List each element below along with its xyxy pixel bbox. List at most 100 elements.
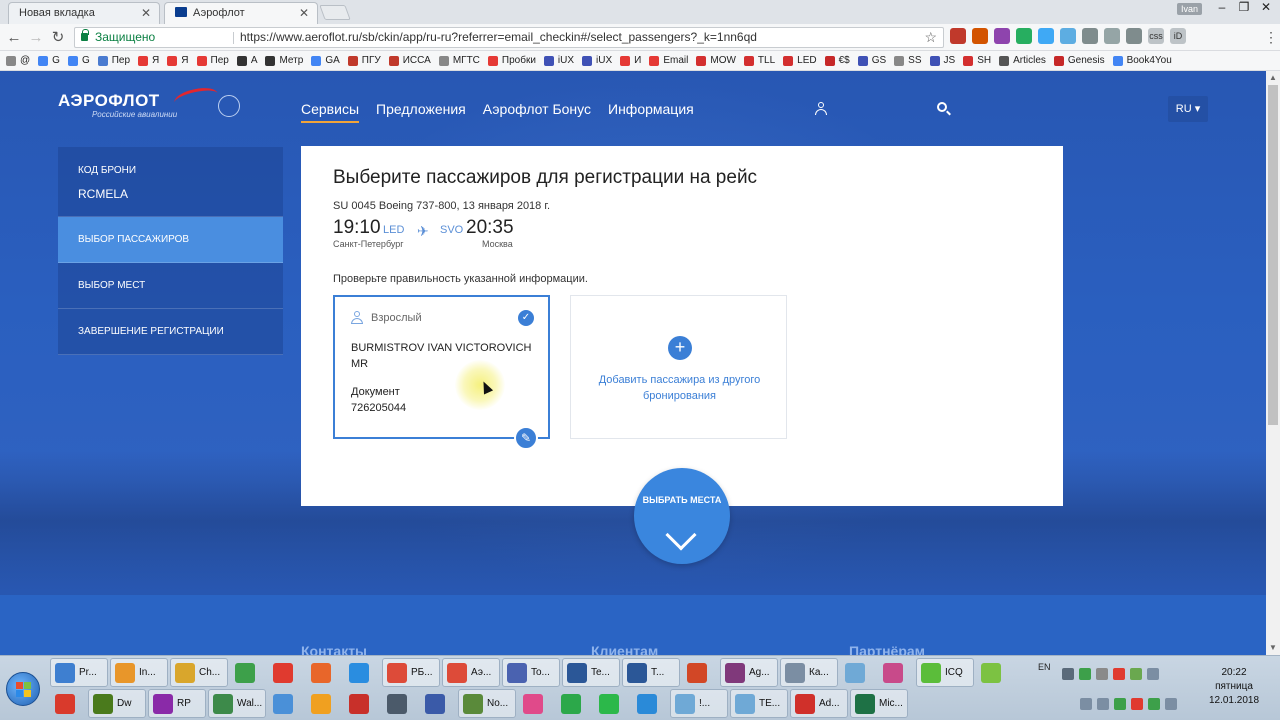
checkmark-icon[interactable]: ✓ bbox=[518, 310, 534, 326]
bookmark-item[interactable]: JS bbox=[929, 55, 955, 66]
taskbar-button[interactable]: Wal... bbox=[208, 689, 266, 718]
taskbar-button[interactable] bbox=[976, 658, 1012, 687]
adblock-icon[interactable] bbox=[950, 28, 966, 44]
taskbar-button[interactable]: Ad... bbox=[790, 689, 848, 718]
taskbar-button[interactable]: Ag... bbox=[720, 658, 778, 687]
taskbar-button[interactable]: T... bbox=[622, 658, 680, 687]
bookmark-item[interactable]: Метр bbox=[265, 55, 303, 66]
close-icon[interactable]: ✕ bbox=[299, 3, 309, 23]
tray-arrow-icon[interactable] bbox=[1062, 668, 1074, 680]
taskbar-button[interactable]: Dw bbox=[88, 689, 146, 718]
step-finish-checkin[interactable]: ЗАВЕРШЕНИЕ РЕГИСТРАЦИИ bbox=[58, 309, 283, 355]
nav-offers[interactable]: Предложения bbox=[376, 101, 466, 117]
bookmark-item[interactable]: Book4You bbox=[1112, 55, 1172, 66]
scroll-down-icon[interactable]: ▼ bbox=[1266, 641, 1280, 655]
taskbar-button[interactable]: Mic... bbox=[850, 689, 908, 718]
minimize-icon[interactable]: – bbox=[1212, 0, 1232, 16]
tray-icon[interactable] bbox=[1114, 698, 1126, 710]
taskbar-button[interactable]: Ch... bbox=[170, 658, 228, 687]
taskbar-button[interactable]: No... bbox=[458, 689, 516, 718]
tab-aeroflot[interactable]: Аэрофлот ✕ bbox=[164, 2, 318, 24]
taskbar-button[interactable] bbox=[632, 689, 668, 718]
bookmark-item[interactable]: G bbox=[67, 55, 90, 66]
id-icon[interactable]: iD bbox=[1170, 28, 1186, 44]
bookmark-item[interactable]: Genesis bbox=[1053, 55, 1105, 66]
passenger-card[interactable]: Взрослый ✓ BURMISTROV IVAN VICTOROVICH M… bbox=[333, 295, 550, 450]
taskbar-button[interactable]: !... bbox=[670, 689, 728, 718]
close-icon[interactable]: ✕ bbox=[141, 3, 151, 23]
step-select-passengers[interactable]: ВЫБОР ПАССАЖИРОВ bbox=[58, 217, 283, 263]
taskbar-button[interactable]: To... bbox=[502, 658, 560, 687]
bookmark-item[interactable]: ПГУ bbox=[347, 55, 381, 66]
scroll-thumb[interactable] bbox=[1268, 85, 1278, 425]
download-icon[interactable] bbox=[1126, 28, 1142, 44]
back-icon[interactable]: ← bbox=[4, 28, 24, 48]
footer-link-contacts[interactable]: Контакты bbox=[301, 643, 367, 655]
taskbar-button[interactable] bbox=[682, 658, 718, 687]
taskbar-button[interactable] bbox=[230, 658, 266, 687]
bookmark-item[interactable]: A bbox=[236, 55, 257, 66]
taskbar-button[interactable]: Ка... bbox=[780, 658, 838, 687]
taskbar-button[interactable] bbox=[382, 689, 418, 718]
bookmark-item[interactable]: Пробки bbox=[487, 55, 536, 66]
taskbar-button[interactable]: Pr... bbox=[50, 658, 108, 687]
taskbar-button[interactable]: Te... bbox=[562, 658, 620, 687]
taskbar-button[interactable]: In... bbox=[110, 658, 168, 687]
tab-new-tab[interactable]: Новая вкладка ✕ bbox=[8, 2, 160, 24]
bookmark-item[interactable]: LED bbox=[783, 55, 817, 66]
extension-icon[interactable] bbox=[1016, 28, 1032, 44]
tray-icon[interactable] bbox=[1131, 698, 1143, 710]
extension-icon[interactable] bbox=[1104, 28, 1120, 44]
extension-icon[interactable] bbox=[1038, 28, 1054, 44]
bookmark-item[interactable]: Пер bbox=[196, 55, 229, 66]
language-select[interactable]: RU ▾ bbox=[1168, 96, 1208, 122]
plus-icon[interactable]: + bbox=[668, 336, 692, 360]
bookmark-item[interactable]: TLL bbox=[743, 55, 775, 66]
address-bar[interactable]: Защищено https://www.aeroflot.ru/sb/ckin… bbox=[74, 27, 944, 48]
nav-services[interactable]: Сервисы bbox=[301, 101, 360, 123]
tray-icon[interactable] bbox=[1096, 668, 1108, 680]
extension-icon[interactable] bbox=[972, 28, 988, 44]
maximize-icon[interactable]: ❐ bbox=[1234, 0, 1254, 16]
bookmark-item[interactable]: Пер bbox=[97, 55, 130, 66]
taskbar-button[interactable] bbox=[344, 689, 380, 718]
bookmark-item[interactable]: Articles bbox=[999, 55, 1046, 66]
nav-info[interactable]: Информация bbox=[608, 101, 694, 117]
nav-bonus[interactable]: Аэрофлот Бонус bbox=[483, 101, 591, 117]
tray-icon[interactable] bbox=[1165, 698, 1177, 710]
bookmark-item[interactable]: SH bbox=[963, 55, 991, 66]
bookmark-item[interactable]: GA bbox=[311, 55, 340, 66]
bookmark-item[interactable]: MOW bbox=[696, 55, 736, 66]
bookmark-item[interactable]: iUX bbox=[543, 55, 574, 66]
bookmark-item[interactable]: SS bbox=[894, 55, 922, 66]
extension-icon[interactable] bbox=[1060, 28, 1076, 44]
tray-icon[interactable] bbox=[1079, 668, 1091, 680]
user-icon[interactable] bbox=[815, 102, 827, 116]
select-seats-button[interactable]: ВЫБРАТЬ МЕСТА bbox=[634, 468, 730, 564]
network-icon[interactable] bbox=[1147, 668, 1159, 680]
taskbar-button[interactable] bbox=[420, 689, 456, 718]
taskbar-button[interactable] bbox=[50, 689, 86, 718]
tray-icon[interactable] bbox=[1148, 698, 1160, 710]
footer-link-partners[interactable]: Партнёрам bbox=[849, 643, 925, 655]
bookmark-star-icon[interactable]: ☆ bbox=[924, 28, 937, 47]
taskbar-button[interactable] bbox=[268, 658, 304, 687]
taskbar-button[interactable]: РБ... bbox=[382, 658, 440, 687]
taskbar-button[interactable]: Аэ... bbox=[442, 658, 500, 687]
extension-icon[interactable] bbox=[1082, 28, 1098, 44]
tray-icon[interactable] bbox=[1130, 668, 1142, 680]
window-close-icon[interactable]: ✕ bbox=[1256, 0, 1276, 16]
taskbar-button[interactable] bbox=[306, 689, 342, 718]
edit-pencil-icon[interactable]: ✎ bbox=[514, 426, 538, 450]
taskbar-button[interactable] bbox=[344, 658, 380, 687]
bookmark-item[interactable]: МГТС bbox=[438, 55, 480, 66]
scroll-up-icon[interactable]: ▲ bbox=[1266, 71, 1280, 85]
bookmark-item[interactable]: GS bbox=[857, 55, 886, 66]
taskbar-button[interactable] bbox=[306, 658, 342, 687]
footer-link-clients[interactable]: Клиентам bbox=[591, 643, 658, 655]
taskbar-button[interactable] bbox=[268, 689, 304, 718]
tray-icon[interactable] bbox=[1080, 698, 1092, 710]
taskbar-button[interactable]: RP bbox=[148, 689, 206, 718]
page-scrollbar[interactable]: ▲ ▼ bbox=[1266, 71, 1280, 655]
forward-icon[interactable]: → bbox=[26, 28, 46, 48]
